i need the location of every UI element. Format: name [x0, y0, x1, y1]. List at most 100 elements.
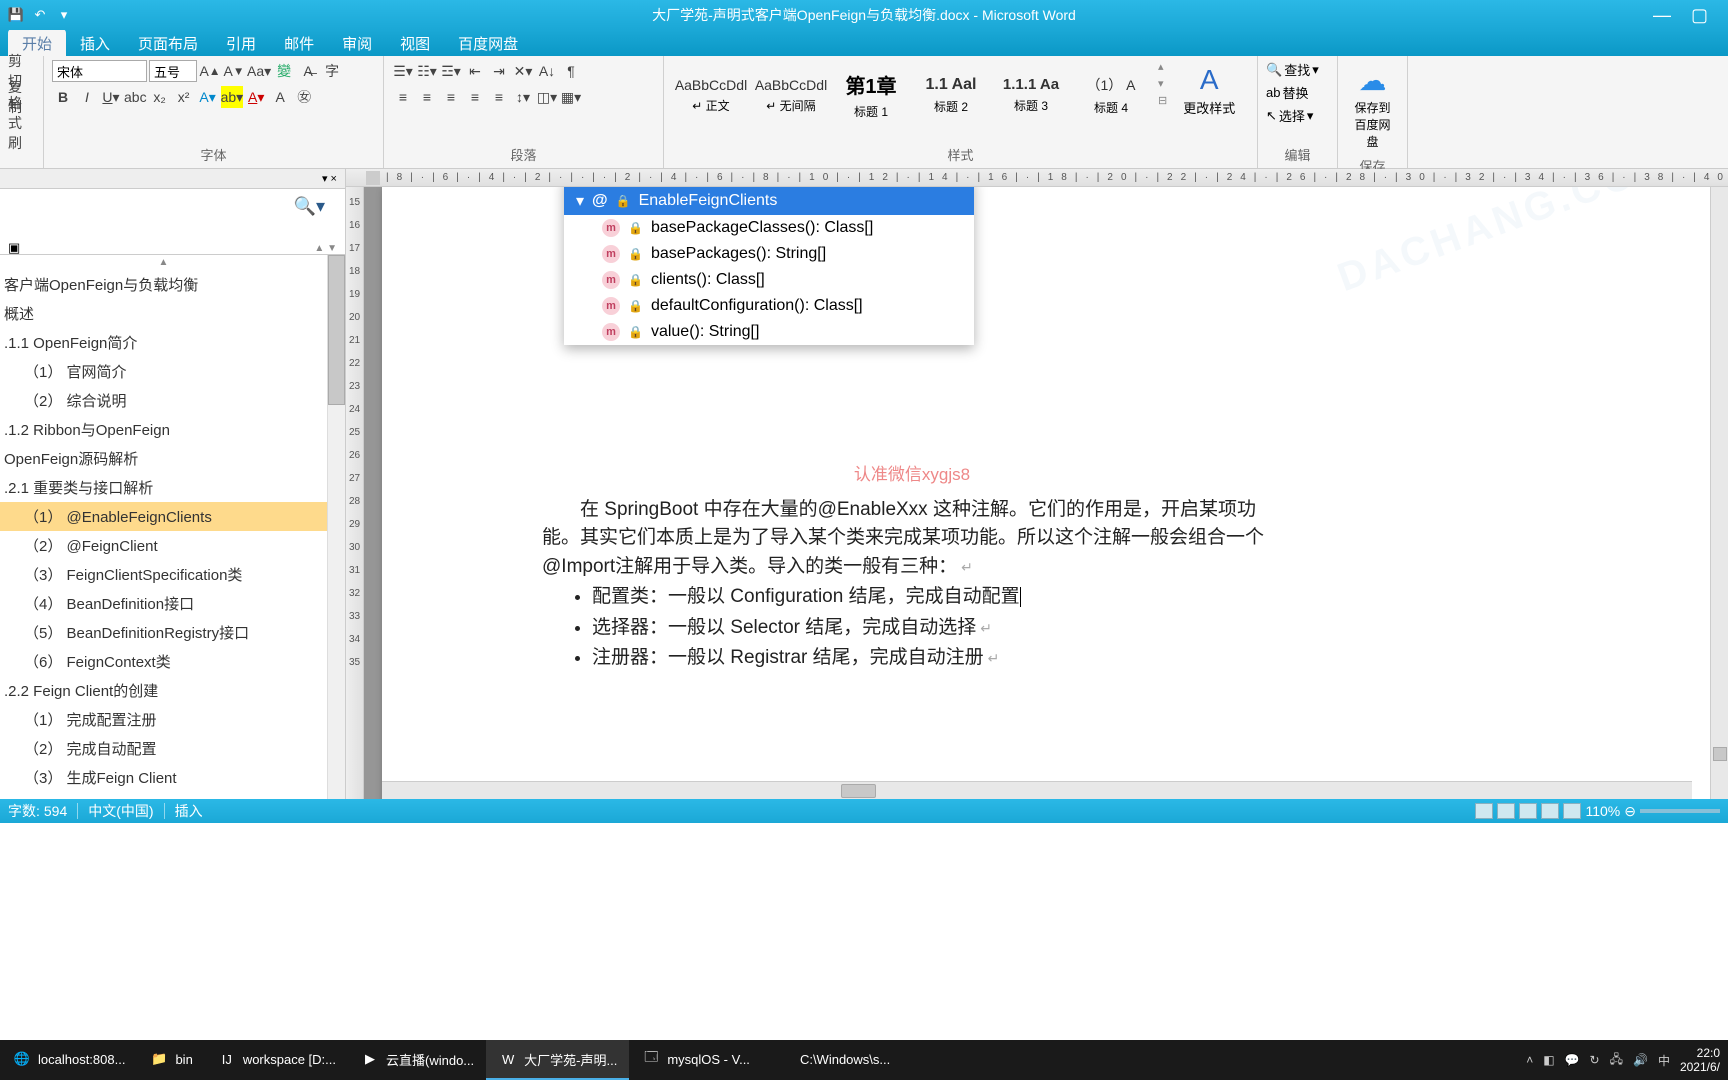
tab-references[interactable]: 引用: [212, 29, 270, 58]
tray-date[interactable]: 2021/6/: [1680, 1060, 1720, 1074]
ide-row[interactable]: m 🔒 basePackageClasses(): Class[]: [564, 215, 974, 241]
tray-refresh-icon[interactable]: ↻: [1590, 1053, 1600, 1067]
nav-item[interactable]: （3） FeignClientSpecification类: [0, 560, 327, 589]
phonetic-icon[interactable]: 變: [273, 60, 295, 82]
superscript-icon[interactable]: x²: [173, 86, 195, 108]
replace-button[interactable]: ab替换: [1266, 83, 1308, 102]
sort-icon[interactable]: A↓: [536, 60, 558, 82]
nav-item[interactable]: .1.1 OpenFeign简介: [0, 328, 327, 357]
line-spacing-icon[interactable]: ↕▾: [512, 86, 534, 108]
view-read-button[interactable]: [1497, 803, 1515, 819]
text-effect-icon[interactable]: A▾: [197, 86, 219, 108]
asian-icon[interactable]: ✕▾: [512, 60, 534, 82]
tray-sound-icon[interactable]: 🔊: [1633, 1053, 1648, 1067]
nav-item[interactable]: （2） 完成自动配置: [0, 734, 327, 763]
taskbar-item[interactable]: W大厂学苑-声明...: [486, 1040, 629, 1080]
nav-item[interactable]: .2.2 Feign Client的创建: [0, 676, 327, 705]
change-styles-button[interactable]: A 更改样式: [1175, 60, 1243, 121]
numbering-icon[interactable]: ☷▾: [416, 60, 438, 82]
document-viewport[interactable]: DACHANG.COM Inherited Members (Ctrl+F5) …: [364, 187, 1710, 799]
subscript-icon[interactable]: x₂: [149, 86, 171, 108]
nav-item[interactable]: .1.2 Ribbon与OpenFeign: [0, 415, 327, 444]
word-count-value[interactable]: 594: [44, 803, 67, 819]
enclose-icon[interactable]: ㊛: [293, 86, 315, 108]
align-left-icon[interactable]: ≡: [392, 86, 414, 108]
styles-gallery[interactable]: AaBbCcDdl↵ 正文 AaBbCcDdl↵ 无间隔 第1章标题 1 1.1…: [672, 60, 1150, 130]
tray-chat-icon[interactable]: 💬: [1565, 1053, 1580, 1067]
highlight-icon[interactable]: ab▾: [221, 86, 244, 108]
taskbar-item[interactable]: 🗔mysqlOS - V...: [629, 1040, 762, 1080]
char-shading-icon[interactable]: A: [269, 86, 291, 108]
nav-item[interactable]: 概述: [0, 299, 327, 328]
shading-icon[interactable]: ◫▾: [536, 86, 558, 108]
word-count-label[interactable]: 字数:: [8, 801, 40, 821]
undo-icon[interactable]: ↶: [32, 7, 48, 23]
nav-item[interactable]: .2.3 发出网络请求: [0, 792, 327, 799]
zoom-level[interactable]: 110%: [1585, 803, 1620, 819]
tray-up-icon[interactable]: ˄: [1526, 1053, 1533, 1067]
change-case-icon[interactable]: Aa▾: [247, 60, 271, 82]
nav-item[interactable]: OpenFeign源码解析: [0, 444, 327, 473]
nav-scroll-thumb[interactable]: [328, 255, 345, 405]
nav-item[interactable]: （1） @EnableFeignClients: [0, 502, 327, 531]
find-button[interactable]: 🔍查找▾: [1266, 60, 1319, 79]
font-size-select[interactable]: [149, 60, 197, 82]
nav-item[interactable]: .2.1 重要类与接口解析: [0, 473, 327, 502]
font-name-select[interactable]: [52, 60, 147, 82]
style-scroll-up[interactable]: ▴: [1158, 60, 1167, 73]
vertical-ruler[interactable]: 1516171819202122232425262728293031323334…: [346, 187, 364, 799]
ide-row[interactable]: m 🔒 defaultConfiguration(): Class[]: [564, 293, 974, 319]
underline-icon[interactable]: U▾: [100, 86, 122, 108]
v-scroll-thumb[interactable]: [1713, 747, 1727, 761]
style-h4[interactable]: （1） A标题 4: [1072, 64, 1150, 126]
nav-item[interactable]: （1） 完成配置注册: [0, 705, 327, 734]
nav-list[interactable]: ▲ 客户端OpenFeign与负载均衡概述.1.1 OpenFeign简介（1）…: [0, 255, 327, 799]
ide-row[interactable]: m 🔒 value(): String[]: [564, 319, 974, 345]
view-outline-button[interactable]: [1541, 803, 1559, 819]
style-scroll-down[interactable]: ▾: [1158, 77, 1167, 90]
nav-item[interactable]: （2） 综合说明: [0, 386, 327, 415]
grow-font-icon[interactable]: A▲: [199, 60, 221, 82]
save-icon[interactable]: 💾: [8, 7, 24, 23]
style-nospace[interactable]: AaBbCcDdl↵ 无间隔: [752, 64, 830, 126]
nav-scrollbar[interactable]: [327, 255, 345, 799]
nav-tab-headings-icon[interactable]: ▣: [8, 240, 22, 254]
zoom-out-button[interactable]: ⊖: [1624, 803, 1636, 820]
align-center-icon[interactable]: ≡: [416, 86, 438, 108]
style-h2[interactable]: 1.1 Aal标题 2: [912, 64, 990, 126]
ide-row[interactable]: ▾ @ 🔒 EnableFeignClients: [564, 187, 974, 215]
style-normal[interactable]: AaBbCcDdl↵ 正文: [672, 64, 750, 126]
tab-layout[interactable]: 页面布局: [124, 29, 212, 58]
taskbar-item[interactable]: 📁bin: [137, 1040, 204, 1080]
strike-icon[interactable]: abc: [124, 86, 147, 108]
insert-mode[interactable]: 插入: [175, 801, 203, 821]
taskbar-item[interactable]: IJworkspace [D:...: [205, 1040, 348, 1080]
tray-time[interactable]: 22:0: [1680, 1046, 1720, 1060]
font-color-icon[interactable]: A▾: [245, 86, 267, 108]
nav-item[interactable]: （2） @FeignClient: [0, 531, 327, 560]
horizontal-scrollbar[interactable]: [382, 781, 1692, 799]
zoom-slider[interactable]: [1640, 809, 1720, 813]
style-h1[interactable]: 第1章标题 1: [832, 64, 910, 126]
minimize-button[interactable]: —: [1653, 5, 1671, 26]
h-scroll-thumb[interactable]: [841, 784, 876, 798]
language-status[interactable]: 中文(中国): [88, 801, 153, 821]
tray-network-icon[interactable]: 🖧: [1610, 1050, 1623, 1071]
save-cloud-button[interactable]: ☁ 保存到百度网盘: [1346, 60, 1399, 154]
taskbar-item[interactable]: ▶云直播(windo...: [348, 1040, 486, 1080]
view-print-button[interactable]: [1475, 803, 1493, 819]
taskbar-item[interactable]: C:\Windows\s...: [762, 1040, 902, 1080]
bullets-icon[interactable]: ☰▾: [392, 60, 414, 82]
nav-item[interactable]: （3） 生成Feign Client: [0, 763, 327, 792]
nav-item[interactable]: （4） BeanDefinition接口: [0, 589, 327, 618]
tray-ime-icon[interactable]: 中: [1658, 1052, 1670, 1069]
ide-row[interactable]: m 🔒 basePackages(): String[]: [564, 241, 974, 267]
taskbar-item[interactable]: 🌐localhost:808...: [0, 1040, 137, 1080]
align-right-icon[interactable]: ≡: [440, 86, 462, 108]
tab-mailings[interactable]: 邮件: [270, 29, 328, 58]
distribute-icon[interactable]: ≡: [488, 86, 510, 108]
italic-icon[interactable]: I: [76, 86, 98, 108]
tray-program-icon[interactable]: ◧: [1543, 1053, 1554, 1067]
shrink-font-icon[interactable]: A▼: [223, 60, 245, 82]
nav-item[interactable]: （1） 官网简介: [0, 357, 327, 386]
